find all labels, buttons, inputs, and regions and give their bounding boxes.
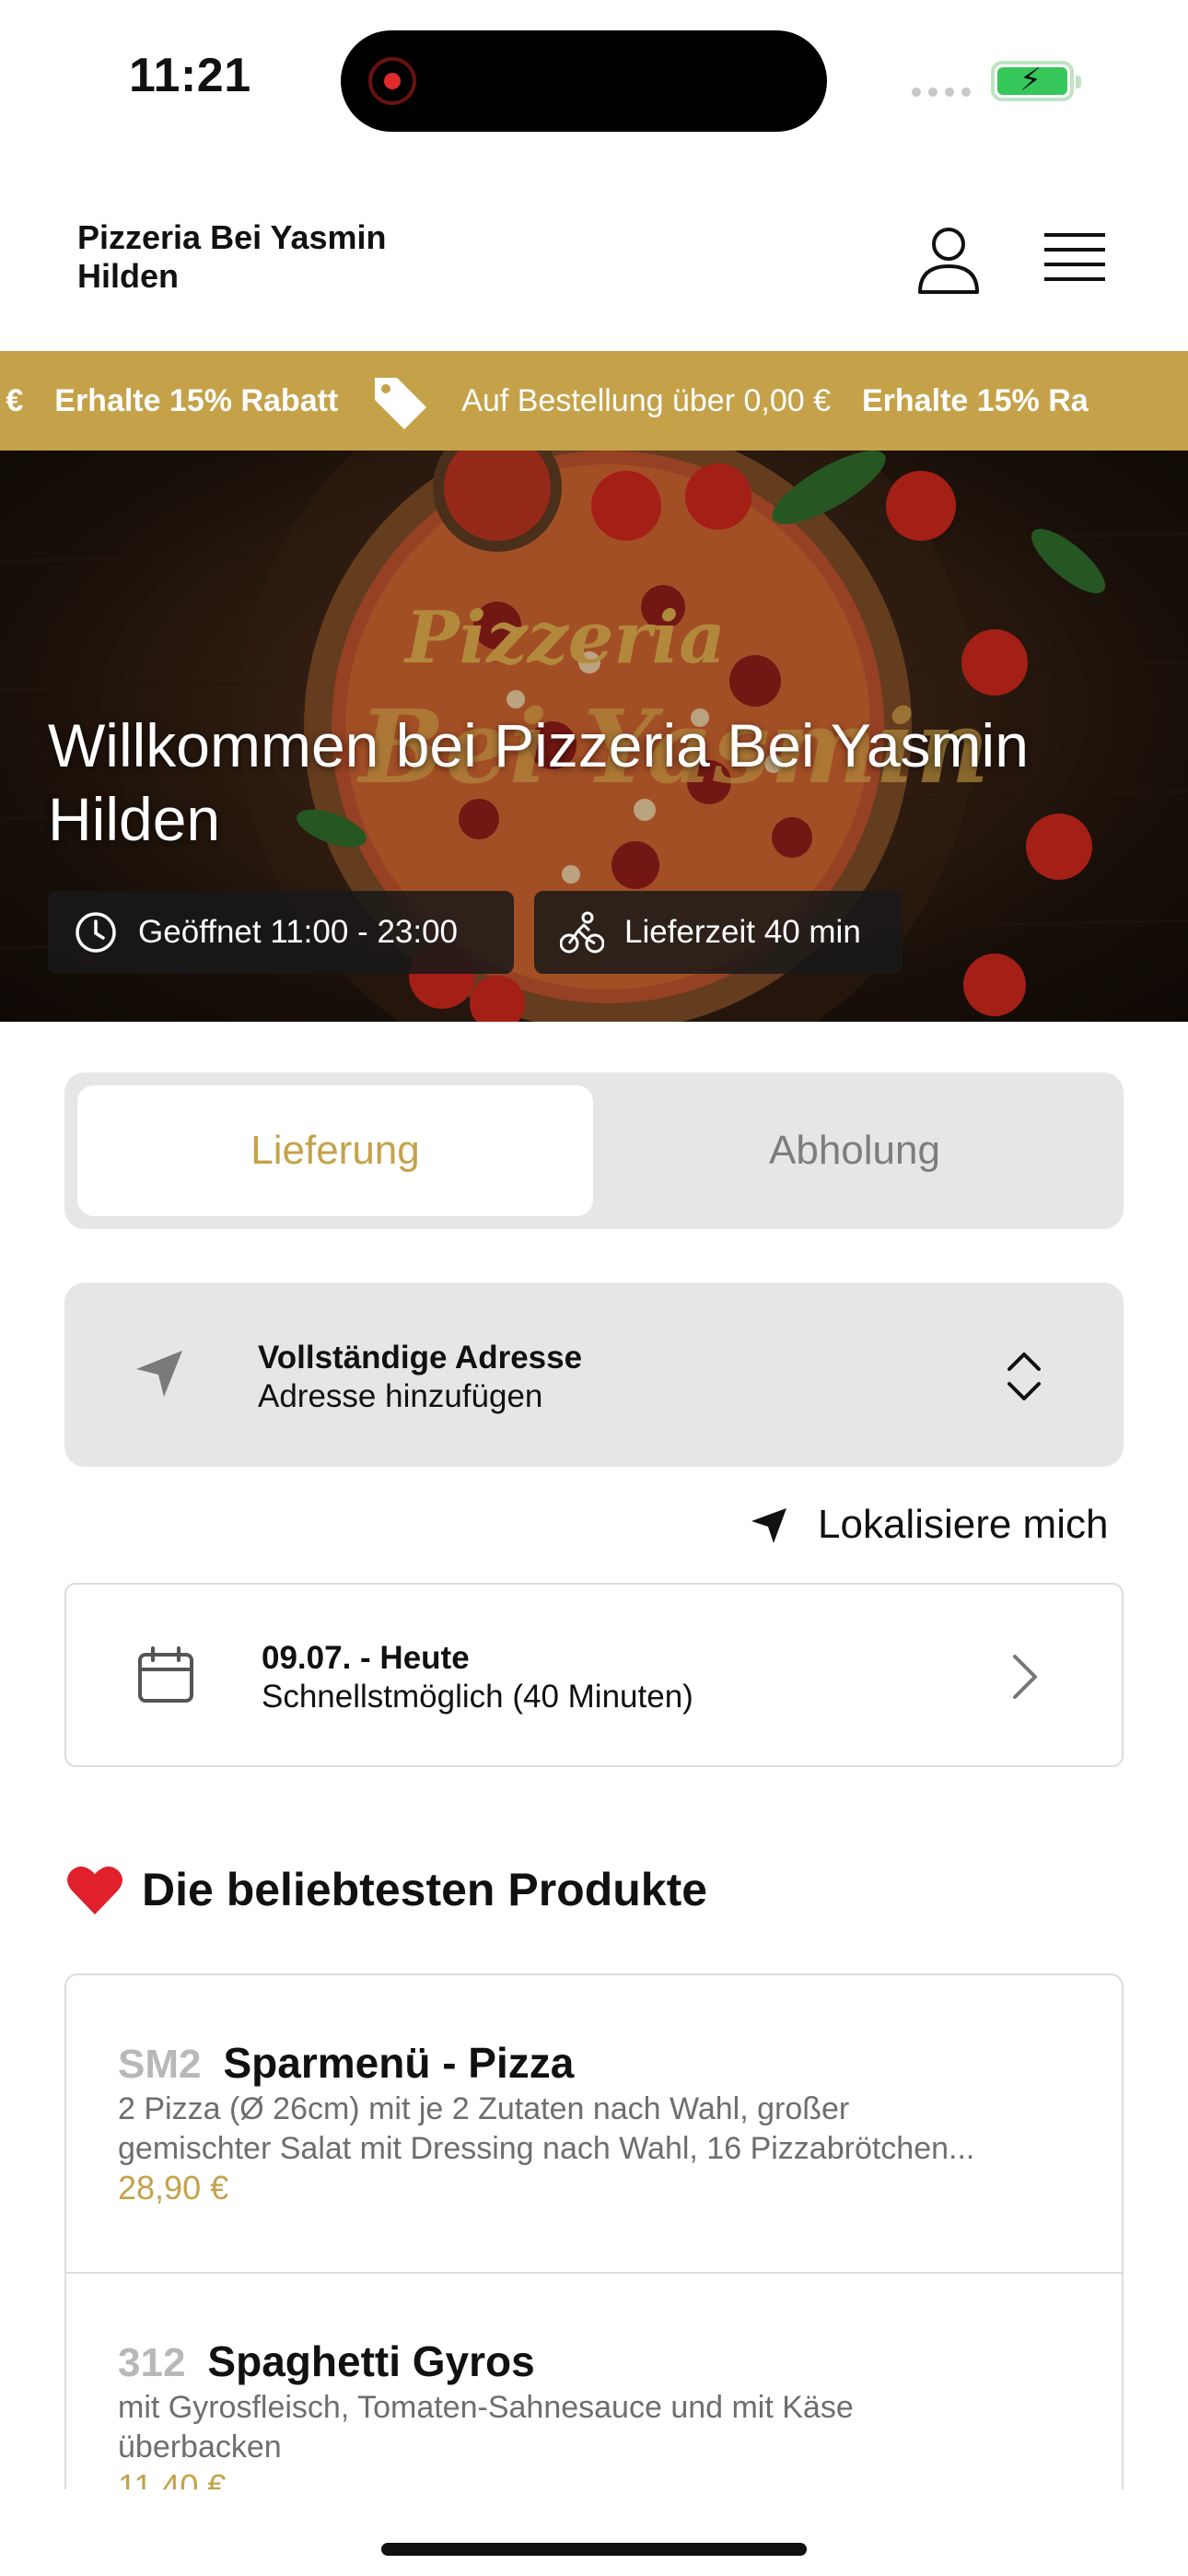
address-selector[interactable]: Vollständige Adresse Adresse hinzufügen xyxy=(64,1282,1124,1467)
product-description: 2 Pizza (Ø 26cm) mit je 2 Zutaten nach W… xyxy=(118,2090,1076,2169)
date-subtitle: Schnellstmöglich (40 Minuten) xyxy=(262,1679,693,1715)
product-price: 11,40 € xyxy=(118,2467,227,2489)
address-placeholder: Adresse hinzufügen xyxy=(258,1378,543,1414)
chevron-right-icon xyxy=(1013,1655,1037,1699)
calendar-icon xyxy=(138,1646,193,1703)
tab-pickup[interactable]: Abholung xyxy=(597,1085,1112,1216)
restaurant-name[interactable]: Pizzeria Bei Yasmin Hilden xyxy=(77,218,387,296)
product-description-line-2: gemischter Salat mit Dressing nach Wahl,… xyxy=(118,2131,975,2166)
product-name: Spaghetti Gyros xyxy=(207,2337,535,2385)
popular-products-heading: Die beliebtesten Produkte xyxy=(66,1863,707,1916)
hero-banner: Pizzeria Bei Yasmin Willkommen bei Pizze… xyxy=(0,451,1188,1022)
recording-indicator-icon xyxy=(368,57,416,105)
tab-delivery[interactable]: Lieferung xyxy=(77,1085,593,1216)
brand-line-2: Hilden xyxy=(77,257,180,295)
product-description-line-1: 2 Pizza (Ø 26cm) mit je 2 Zutaten nach W… xyxy=(118,2091,850,2126)
opening-hours-text: Geöffnet 11:00 - 23:00 xyxy=(138,914,459,950)
delivery-date-selector[interactable]: 09.07. - Heute Schnellstmöglich (40 Minu… xyxy=(64,1583,1124,1767)
product-name: Sparmenü - Pizza xyxy=(223,2039,575,2087)
order-mode-toggle: Lieferung Abholung xyxy=(64,1072,1124,1229)
promo-ticker: 0 € Erhalte 15% Rabatt Auf Bestellung üb… xyxy=(0,351,1188,451)
product-price: 28,90 € xyxy=(118,2169,229,2207)
product-description-line-2: überbacken xyxy=(118,2430,282,2465)
popular-products-list: SM2 Sparmenü - Pizza 2 Pizza (Ø 26cm) mi… xyxy=(64,1973,1124,2489)
home-indicator[interactable] xyxy=(381,2543,807,2556)
brand-line-1: Pizzeria Bei Yasmin xyxy=(77,218,387,256)
product-description-line-1: mit Gyrosfleisch, Tomaten-Sahnesauce und… xyxy=(118,2390,854,2425)
hero-title: Willkommen bei Pizzeria Bei Yasmin Hilde… xyxy=(48,711,1029,853)
navigation-arrow-icon xyxy=(751,1508,786,1543)
product-card[interactable]: 312 Spaghetti Gyros mit Gyrosfleisch, To… xyxy=(66,2274,1122,2489)
popular-products-title: Die beliebtesten Produkte xyxy=(142,1864,708,1915)
ticker-min-order-text: Auf Bestellung über 0,00 € xyxy=(461,382,831,418)
status-time: 11:21 xyxy=(129,49,251,102)
cyclist-icon xyxy=(560,911,604,954)
ticker-discount-text-repeat: Erhalte 15% Ra xyxy=(862,382,1089,418)
location-arrow-icon xyxy=(136,1351,182,1397)
locate-me-label: Lokalisiere mich xyxy=(818,1502,1109,1547)
status-bar: 11:21 xyxy=(0,0,1188,161)
product-description: mit Gyrosfleisch, Tomaten-Sahnesauce und… xyxy=(118,2388,1076,2467)
address-title: Vollständige Adresse xyxy=(258,1340,583,1376)
app-header: Pizzeria Bei Yasmin Hilden xyxy=(0,161,1188,351)
battery-charging-icon xyxy=(991,61,1081,101)
hamburger-menu-icon[interactable] xyxy=(1044,231,1105,285)
heart-icon xyxy=(67,1866,122,1914)
clock-icon xyxy=(76,912,116,953)
opening-hours-badge: Geöffnet 11:00 - 23:00 xyxy=(48,891,514,974)
ticker-fragment: 0 € xyxy=(0,382,24,418)
date-title: 09.07. - Heute xyxy=(262,1640,470,1676)
user-account-icon[interactable] xyxy=(916,226,981,296)
delivery-time-badge: Lieferzeit 40 min xyxy=(534,891,903,974)
ticker-discount-text: Erhalte 15% Rabatt xyxy=(54,382,339,418)
product-code: SM2 xyxy=(118,2042,202,2087)
price-tag-icon xyxy=(375,378,427,429)
product-code: 312 xyxy=(118,2340,186,2385)
product-card[interactable]: SM2 Sparmenü - Pizza 2 Pizza (Ø 26cm) mi… xyxy=(66,1975,1122,2274)
locate-me-button[interactable]: Lokalisiere mich xyxy=(750,1497,1108,1552)
cellular-signal-icon xyxy=(912,88,971,97)
chevron-up-down-icon xyxy=(1007,1352,1041,1400)
delivery-time-text: Lieferzeit 40 min xyxy=(624,914,861,950)
